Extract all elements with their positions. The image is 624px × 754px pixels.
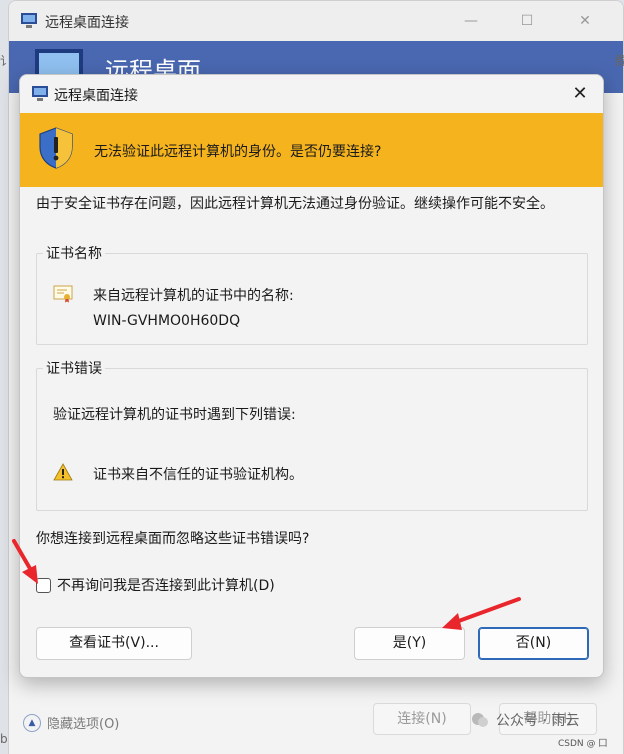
remote-desktop-icon — [32, 86, 48, 101]
csdn-label: CSDN @ 囗 — [558, 739, 608, 749]
certificate-name-group: 证书名称 来自远程计算机的证书中的名称: WIN-GVHMO0H60DQ — [36, 243, 588, 345]
yes-button[interactable]: 是(Y) — [354, 627, 465, 660]
certificate-icon — [53, 285, 73, 303]
description-text: 由于安全证书存在问题，因此远程计算机无法通过身份验证。继续操作可能不安全。 — [36, 196, 554, 212]
close-icon[interactable]: ✕ — [575, 11, 595, 31]
warning-triangle-icon — [53, 463, 73, 481]
background-window-title: 远程桌面连接 — [45, 15, 129, 31]
right-edge-text: 费 — [614, 54, 624, 68]
wechat-icon — [472, 713, 488, 727]
watermark: 公众号 · 雨云 — [470, 710, 579, 730]
security-shield-icon — [39, 127, 73, 169]
bottom-left-edge-text: b — [0, 732, 8, 746]
dialog-titlebar: 远程桌面连接 ✕ — [20, 75, 603, 113]
maximize-icon[interactable]: ☐ — [517, 11, 537, 31]
ignore-errors-question: 你想连接到远程桌面而忽略这些证书错误吗? — [36, 531, 310, 547]
background-titlebar: 远程桌面连接 — ☐ ✕ — [9, 1, 623, 41]
certificate-error-item: 证书来自不信任的证书验证机构。 — [93, 467, 303, 483]
dont-ask-again-label[interactable]: 不再询问我是否连接到此计算机(D) — [57, 575, 275, 595]
dialog-title: 远程桌面连接 — [54, 88, 138, 104]
dont-ask-again-checkbox[interactable] — [36, 577, 51, 593]
view-certificate-button[interactable]: 查看证书(V)... — [36, 627, 192, 660]
warning-banner: 无法验证此远程计算机的身份。是否仍要连接? — [20, 113, 603, 187]
certificate-warning-dialog: 远程桌面连接 ✕ 无法验证此远程计算机的身份。是否仍要连接? 由于安全证书存在问… — [19, 74, 604, 678]
certificate-error-intro: 验证远程计算机的证书时遇到下列错误: — [53, 407, 296, 423]
chevron-up-icon: ▲ — [23, 713, 41, 732]
minimize-icon[interactable]: — — [461, 11, 481, 31]
dont-ask-again-checkbox-row[interactable]: 不再询问我是否连接到此计算机(D) — [36, 575, 275, 595]
certificate-name-value: WIN-GVHMO0H60DQ — [93, 313, 241, 329]
certificate-name-label: 来自远程计算机的证书中的名称: — [93, 288, 294, 304]
watermark-text: 公众号 · 雨云 — [496, 713, 580, 729]
certificate-error-group: 证书错误 验证远程计算机的证书时遇到下列错误: 证书来自不信任的证书验证机构。 — [36, 358, 588, 511]
connect-button[interactable]: 连接(N) — [373, 703, 471, 735]
remote-desktop-icon — [21, 13, 37, 28]
close-icon[interactable]: ✕ — [569, 83, 591, 105]
certificate-error-legend: 证书错误 — [46, 361, 102, 377]
hide-options-toggle[interactable]: ▲ 隐藏选项(O) — [23, 713, 119, 732]
certificate-name-legend: 证书名称 — [46, 246, 102, 262]
left-edge-text: 讠 — [0, 54, 13, 68]
no-button[interactable]: 否(N) — [478, 627, 589, 660]
warning-message: 无法验证此远程计算机的身份。是否仍要连接? — [94, 144, 382, 160]
hide-options-label: 隐藏选项(O) — [47, 717, 120, 732]
